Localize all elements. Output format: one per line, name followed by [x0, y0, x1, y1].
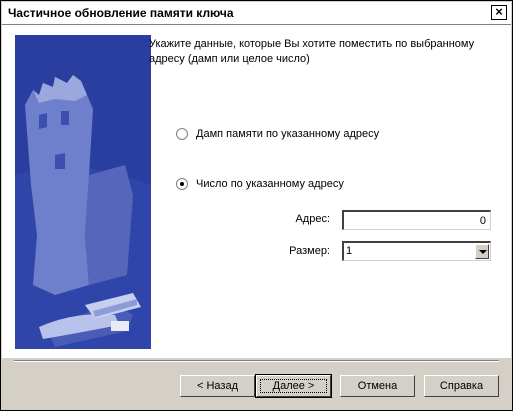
- dialog-window: Частичное обновление памяти ключа × Укаж…: [0, 0, 513, 411]
- instruction-text: Укажите данные, которые Вы хотите помест…: [149, 38, 475, 65]
- radio-option-number[interactable]: Число по указанному адресу: [176, 178, 344, 190]
- address-label: Адрес:: [295, 213, 330, 225]
- title-bar[interactable]: Частичное обновление памяти ключа ×: [2, 2, 511, 25]
- size-selected-value: 1: [346, 245, 353, 257]
- window-title: Частичное обновление памяти ключа: [8, 6, 234, 20]
- close-button[interactable]: ×: [491, 5, 507, 20]
- size-dropdown-button[interactable]: [475, 244, 489, 259]
- chevron-down-icon: [479, 250, 487, 254]
- focus-rect: [260, 379, 327, 393]
- radio-label-dump: Дамп памяти по указанному адресу: [196, 128, 380, 140]
- size-dropdown[interactable]: 1: [342, 241, 491, 261]
- wizard-banner-image: [15, 35, 151, 349]
- cancel-button[interactable]: Отмена: [340, 375, 415, 397]
- radio-label-number: Число по указанному адресу: [196, 178, 344, 190]
- tower-illustration: [15, 35, 151, 349]
- close-icon: ×: [495, 4, 503, 19]
- address-field[interactable]: [342, 210, 491, 230]
- address-input[interactable]: [344, 212, 490, 229]
- back-button[interactable]: < Назад: [180, 375, 255, 397]
- radio-option-dump[interactable]: Дамп памяти по указанному адресу: [176, 128, 379, 140]
- next-button[interactable]: Далее >: [255, 374, 332, 398]
- separator: [14, 360, 499, 362]
- size-label: Размер:: [289, 245, 330, 257]
- radio-button-number[interactable]: [176, 178, 188, 190]
- radio-button-dump[interactable]: [176, 128, 188, 140]
- wizard-content: Укажите данные, которые Вы хотите помест…: [2, 25, 511, 358]
- help-button[interactable]: Справка: [424, 375, 499, 397]
